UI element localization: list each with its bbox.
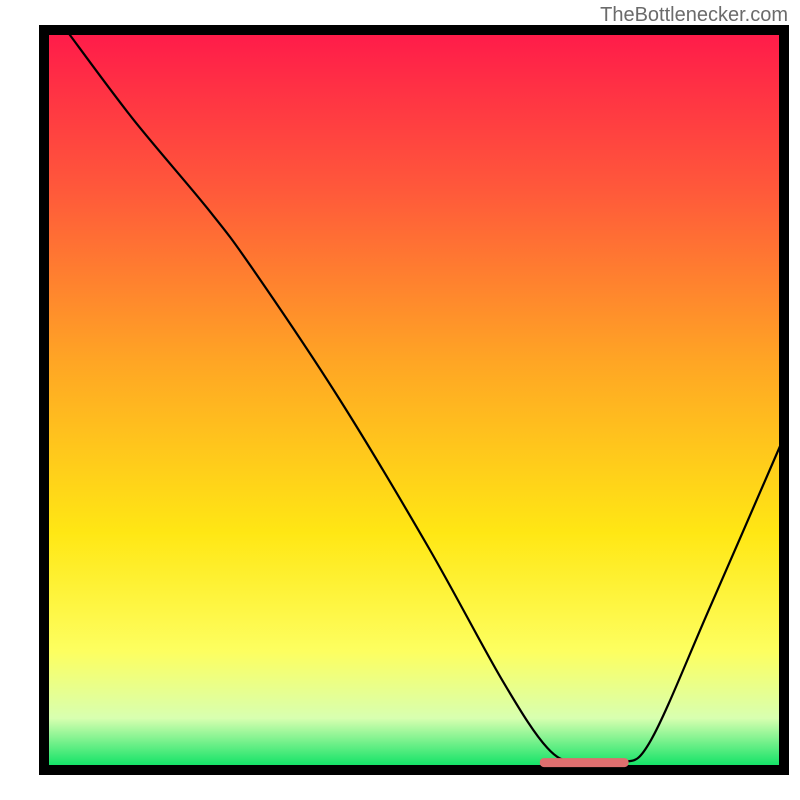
marker-bar: [540, 758, 629, 767]
watermark-text: TheBottlenecker.com: [600, 4, 788, 27]
bottleneck-chart: [0, 0, 800, 800]
plot-background: [44, 30, 784, 770]
chart-container: TheBottlenecker.com: [0, 0, 800, 800]
